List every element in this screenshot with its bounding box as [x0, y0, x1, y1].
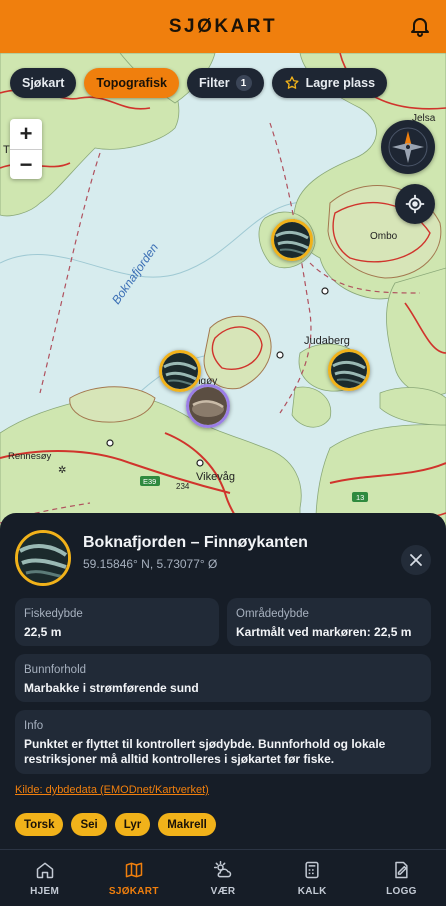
nav-label-sjokart: SJØKART [108, 886, 159, 897]
species-tag[interactable]: Torsk [15, 813, 64, 836]
calculator-icon [305, 861, 319, 879]
species-tag[interactable]: Makrell [158, 813, 216, 836]
bunnforhold-value: Marbakke i strømførende sund [24, 681, 199, 695]
info-card: Info Punktet er flyttet til kontrollert … [15, 710, 431, 774]
bunnforhold-card: Bunnforhold Marbakke i strømførende sund [15, 654, 431, 702]
map-label-judaberg: Judaberg [304, 335, 350, 347]
nav-item-logg[interactable]: LOGG [357, 850, 446, 906]
map-label-234: 234 [176, 482, 190, 491]
omradedybde-label: Områdedybde [236, 608, 309, 620]
species-tags: Torsk Sei Lyr Makrell [15, 813, 216, 836]
omradedybde-card: Områdedybde Kartmålt ved markøren: 22,5 … [227, 598, 431, 646]
compass-icon [388, 127, 428, 167]
spot-detail-sheet: Boknafjorden – Finnøykanten 59.15846° N,… [0, 513, 446, 849]
omradedybde-value: Kartmålt ved markøren: 22,5 m [236, 625, 412, 639]
crosshair-icon [405, 194, 425, 214]
chip-topografisk[interactable]: Topografisk [84, 68, 179, 98]
chip-lagre-plass-label: Lagre plass [305, 76, 376, 90]
map-layer-chips: Sjøkart Topografisk Filter 1 Lagre plass [10, 68, 388, 98]
species-tag[interactable]: Lyr [114, 813, 151, 836]
nav-label-vaer: VÆR [210, 886, 236, 897]
fiskedybde-label: Fiskedybde [24, 608, 83, 620]
zoom-out-button[interactable]: − [10, 149, 42, 179]
fishing-spot-marker[interactable] [159, 350, 201, 392]
zoom-control: + − [10, 119, 42, 179]
nav-item-kalk[interactable]: KALK [268, 850, 357, 906]
zoom-in-button[interactable]: + [10, 119, 42, 149]
close-button[interactable] [401, 545, 431, 575]
bottom-nav: HJEM SJØKART VÆR KALK LOGG [0, 849, 446, 906]
source-link[interactable]: Kilde: dybdedata (EMODnet/Kartverket) [15, 784, 209, 796]
spot-title: Boknafjorden – Finnøykanten [83, 534, 308, 551]
fishing-spot-marker[interactable] [271, 219, 313, 261]
filter-count-badge: 1 [235, 75, 252, 91]
fiskedybde-card: Fiskedybde 22,5 m [15, 598, 219, 646]
star-icon [284, 75, 300, 91]
map-view[interactable]: Boknafjorden Ombo Judaberg Rennesøy Vike… [0, 53, 446, 573]
chip-sjokart[interactable]: Sjøkart [10, 68, 77, 98]
nav-item-sjokart[interactable]: SJØKART [89, 850, 178, 906]
nav-label-logg: LOGG [386, 886, 417, 897]
chip-lagre-plass[interactable]: Lagre plass [271, 68, 388, 98]
home-icon [36, 862, 53, 879]
map-symbol-star: ✲ [58, 465, 66, 476]
map-label-partial-t: T [3, 144, 10, 156]
map-canvas[interactable]: Boknafjorden Ombo Judaberg Rennesøy Vike… [0, 53, 446, 573]
chip-sjokart-label: Sjøkart [22, 76, 65, 90]
map-label-vikevag: Vikevåg [196, 471, 235, 483]
app-title: SJØKART [168, 15, 278, 37]
map-label-13: 13 [356, 493, 364, 502]
map-label-fjord: Boknafjorden [109, 240, 161, 306]
nav-label-kalk: KALK [297, 886, 327, 897]
info-label: Info [24, 720, 44, 732]
map-label-rennesoy: Rennesøy [8, 451, 52, 462]
locate-button[interactable] [395, 184, 435, 224]
compass-button[interactable] [381, 120, 435, 174]
map-label-ombo: Ombo [370, 231, 398, 242]
bunnforhold-label: Bunnforhold [24, 664, 87, 676]
weather-icon [213, 860, 232, 878]
info-value: Punktet er flyttet til kontrollert sjødy… [24, 737, 386, 766]
nav-item-vaer[interactable]: VÆR [178, 850, 267, 906]
top-bar: SJØKART [0, 0, 446, 53]
spot-thumbnail [15, 530, 71, 586]
spot-coordinates: 59.15846° N, 5.73077° Ø [83, 557, 218, 571]
chip-filter[interactable]: Filter 1 [187, 68, 264, 98]
bell-icon[interactable] [408, 14, 432, 38]
nav-label-hjem: HJEM [30, 886, 60, 897]
spot-detail-header: Boknafjorden – Finnøykanten 59.15846° N,… [15, 530, 431, 586]
fishing-spot-marker[interactable] [328, 349, 370, 391]
map-icon [125, 862, 143, 878]
close-icon [410, 554, 422, 566]
fiskedybde-value: 22,5 m [24, 625, 62, 639]
chip-filter-label: Filter [199, 76, 230, 90]
species-tag[interactable]: Sei [71, 813, 107, 836]
map-label-e39: E39 [143, 477, 156, 486]
logbook-icon [395, 861, 408, 879]
selected-spot-marker[interactable] [186, 384, 230, 428]
nav-item-hjem[interactable]: HJEM [0, 850, 89, 906]
chip-topografisk-label: Topografisk [96, 76, 167, 90]
